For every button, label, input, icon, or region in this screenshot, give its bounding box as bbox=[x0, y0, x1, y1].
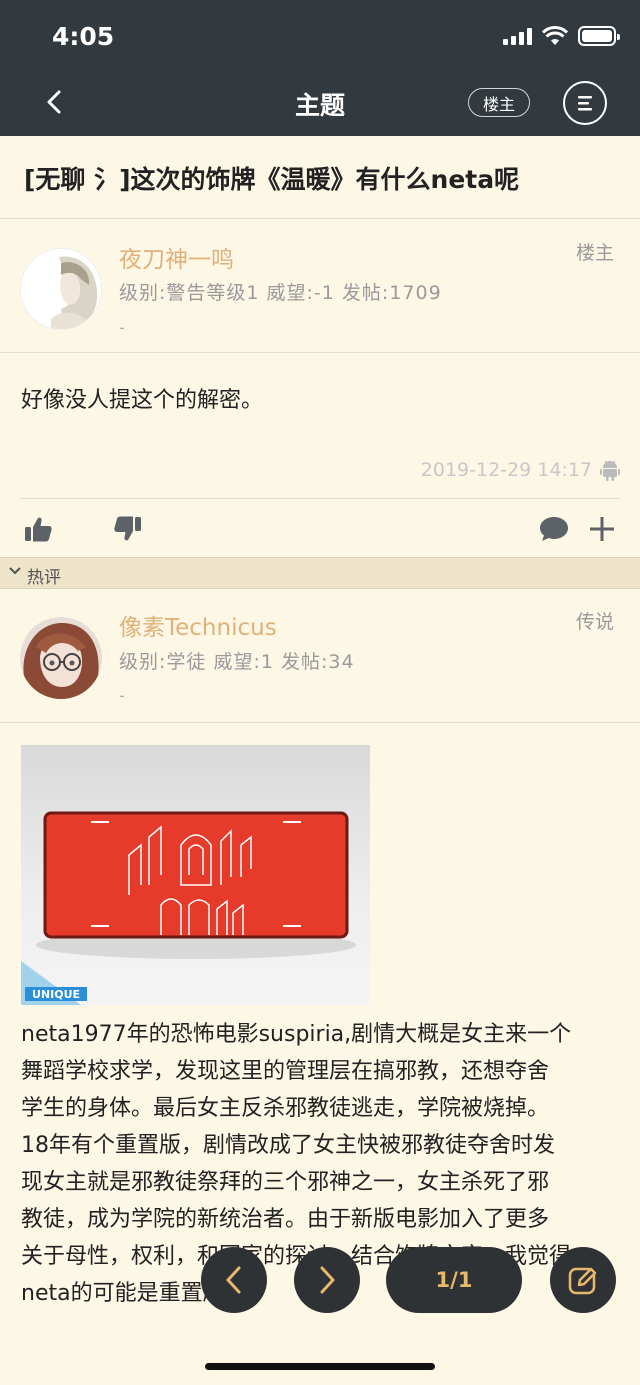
post-timestamp: 2019-12-29 14:17 bbox=[420, 459, 592, 481]
page-indicator[interactable]: 1/1 bbox=[386, 1247, 522, 1313]
next-page-button[interactable] bbox=[294, 1247, 360, 1313]
user-signature: - bbox=[119, 318, 125, 337]
divider bbox=[20, 498, 620, 499]
avatar-image bbox=[20, 617, 102, 699]
reply-line: 学生的身体。最后女主反杀邪教徒逃走，学院被烧掉。 bbox=[21, 1096, 550, 1121]
user-level: 级别:警告等级1 威望:-1 发帖:1709 bbox=[119, 282, 442, 304]
thumbs-down-icon bbox=[114, 516, 141, 541]
battery-icon bbox=[578, 26, 620, 46]
reply-line: neta1977年的恐怖电影suspiria,剧情大概是女主来一个 bbox=[21, 1022, 572, 1047]
post-image[interactable]: UNIQUE bbox=[21, 745, 370, 1005]
top-header: 4:05 主题 楼主 bbox=[0, 0, 640, 136]
plus-icon bbox=[590, 517, 614, 541]
next-icon bbox=[320, 1266, 335, 1294]
user-badge: 楼主 bbox=[575, 242, 614, 264]
dislike-button[interactable] bbox=[112, 513, 144, 545]
status-time: 4:05 bbox=[52, 22, 115, 51]
hot-comments-bar[interactable]: 热评 bbox=[0, 557, 640, 589]
page-title: 主题 bbox=[294, 91, 345, 120]
post-body: 好像没人提这个的解密。 bbox=[21, 388, 264, 413]
wifi-icon bbox=[542, 26, 568, 45]
thumbs-up-icon bbox=[25, 517, 52, 542]
chevron-down-icon bbox=[9, 567, 21, 575]
comment-icon bbox=[540, 517, 568, 541]
divider bbox=[0, 218, 640, 219]
prev-icon bbox=[226, 1266, 241, 1294]
only-op-button[interactable]: 楼主 bbox=[468, 88, 530, 117]
signal-icon bbox=[503, 27, 532, 45]
android-icon bbox=[600, 460, 620, 481]
menu-lines-icon bbox=[578, 96, 592, 111]
image-watermark: UNIQUE bbox=[32, 988, 80, 1001]
reply-line: 18年有个重置版，剧情改成了女主快被邪教徒夺舍时发 bbox=[21, 1133, 555, 1158]
reply-line: 现女主就是邪教徒祭拜的三个邪神之一，女主杀死了邪 bbox=[21, 1170, 550, 1195]
thread-title: [无聊 氵]这次的饰牌《温暖》有什么neta呢 bbox=[24, 165, 520, 194]
username[interactable]: 夜刀神一鸣 bbox=[119, 240, 234, 274]
comment-button[interactable] bbox=[537, 513, 571, 545]
add-button[interactable] bbox=[586, 513, 618, 545]
user-badge: 传说 bbox=[575, 611, 614, 633]
menu-button[interactable] bbox=[563, 81, 607, 125]
red-plate-illustration: UNIQUE bbox=[21, 811, 356, 1005]
compose-button[interactable] bbox=[550, 1247, 616, 1313]
home-indicator bbox=[205, 1363, 435, 1370]
user-signature: - bbox=[119, 686, 125, 705]
username[interactable]: 像素Technicus bbox=[119, 608, 277, 642]
hot-comments-label: 热评 bbox=[27, 568, 61, 588]
status-icons bbox=[503, 26, 620, 46]
edit-icon bbox=[568, 1267, 597, 1295]
avatar[interactable] bbox=[20, 617, 102, 699]
prev-page-button[interactable] bbox=[201, 1247, 267, 1313]
like-button[interactable] bbox=[22, 513, 54, 545]
back-arrow-icon bbox=[47, 90, 61, 114]
user-level: 级别:学徒 威望:1 发帖:34 bbox=[119, 651, 355, 673]
avatar-image bbox=[21, 249, 101, 329]
back-button[interactable] bbox=[36, 82, 72, 122]
divider bbox=[0, 352, 640, 353]
avatar[interactable] bbox=[20, 248, 102, 330]
reply-line: 舞蹈学校求学，发现这里的管理层在搞邪教，还想夺舍 bbox=[21, 1059, 550, 1084]
divider bbox=[0, 722, 640, 723]
reply-line: 教徒，成为学院的新统治者。由于新版电影加入了更多 bbox=[21, 1207, 550, 1232]
